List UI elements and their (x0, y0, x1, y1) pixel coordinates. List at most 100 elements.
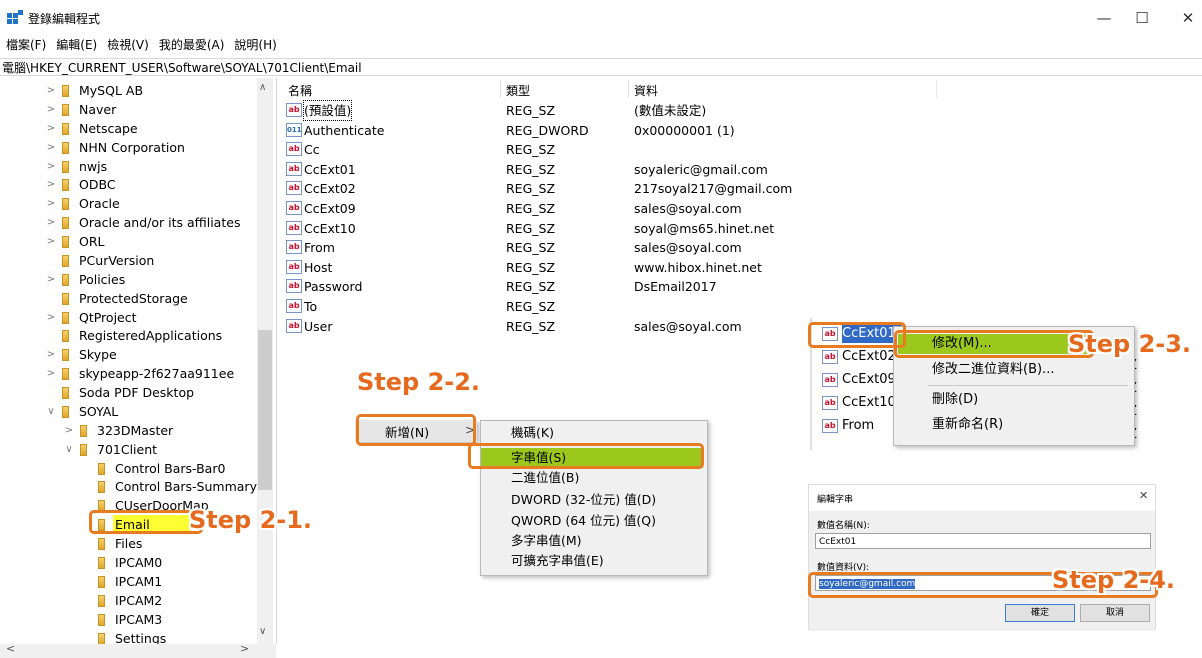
tree-item[interactable]: > MySQL AB (0, 81, 256, 100)
tree-item[interactable]: Soda PDF Desktop (0, 383, 256, 402)
menu-edit[interactable]: 編輯(E) (56, 36, 97, 56)
tree-item[interactable]: ∨ SOYAL (0, 402, 256, 421)
column-divider[interactable] (628, 80, 629, 98)
tree-item-label: 701Client (97, 441, 158, 457)
value-name[interactable]: User (304, 317, 333, 336)
tree-item[interactable]: ProtectedStorage (0, 289, 256, 308)
tree-item[interactable]: Files (0, 534, 256, 553)
scroll-left-icon[interactable]: < (6, 642, 15, 655)
column-header-data[interactable]: 資料 (634, 82, 658, 99)
crop-value-name[interactable]: CcExt09 (842, 370, 896, 389)
collapsed-arrow-icon[interactable]: > (46, 345, 56, 364)
folder-icon (62, 179, 69, 192)
tree-item[interactable]: IPCAM0 (0, 553, 256, 572)
menu-file[interactable]: 檔案(F) (6, 36, 46, 56)
value-name[interactable]: CcExt09 (304, 199, 356, 218)
new-submenu-item[interactable]: 二進位值(B) (511, 468, 579, 488)
tree-item[interactable]: >323DMaster (0, 421, 256, 440)
collapsed-arrow-icon[interactable]: > (46, 81, 56, 100)
new-submenu-item[interactable]: 多字串值(M) (511, 531, 582, 551)
value-context-menu-item[interactable]: 修改二進位資料(B)... (932, 360, 1054, 380)
tree-scroll-thumb[interactable] (258, 330, 272, 490)
tree-item[interactable]: > ORL (0, 232, 256, 251)
column-divider[interactable] (936, 80, 937, 98)
menu-help[interactable]: 說明(H) (234, 36, 276, 56)
scroll-up-icon[interactable]: ∧ (259, 82, 266, 93)
value-name-field[interactable]: CcExt01 (815, 533, 1151, 549)
collapsed-arrow-icon[interactable]: > (46, 194, 56, 213)
tree-item[interactable]: > Policies (0, 270, 256, 289)
tree-item[interactable]: > Oracle (0, 194, 256, 213)
tree-item[interactable]: IPCAM1 (0, 572, 256, 591)
tree-item[interactable]: > NHN Corporation (0, 138, 256, 157)
value-name[interactable]: Host (304, 258, 332, 277)
value-name[interactable]: Cc (304, 140, 320, 159)
tree-item[interactable]: ∨ 701Client (0, 440, 256, 459)
tree-item[interactable]: > ODBC (0, 175, 256, 194)
tree-item[interactable]: > Oracle and/or its affiliates (0, 213, 256, 232)
folder-icon (98, 557, 105, 569)
close-button[interactable]: ✕ (1168, 6, 1202, 30)
value-name[interactable]: (預設值) (302, 100, 353, 121)
collapsed-arrow-icon[interactable]: > (46, 308, 56, 327)
collapsed-arrow-icon[interactable]: > (46, 157, 56, 176)
tree-item[interactable]: PCurVersion (0, 251, 256, 270)
tree-item[interactable]: > Naver (0, 100, 256, 119)
collapsed-arrow-icon[interactable]: > (64, 421, 74, 440)
dialog-close-icon[interactable]: ✕ (1139, 489, 1148, 502)
menu-favorites[interactable]: 我的最愛(A) (159, 36, 225, 56)
value-name[interactable]: Authenticate (304, 121, 384, 140)
expanded-arrow-icon[interactable]: ∨ (46, 402, 56, 421)
collapsed-arrow-icon[interactable]: > (46, 119, 56, 138)
tree-item[interactable]: > skypeapp-2f627aa911ee (0, 364, 256, 383)
value-name[interactable]: CcExt02 (304, 179, 356, 198)
value-name[interactable]: To (304, 297, 317, 316)
collapsed-arrow-icon[interactable]: > (46, 175, 56, 194)
tree-item[interactable]: > QtProject (0, 308, 256, 327)
column-divider[interactable] (500, 80, 501, 98)
ok-button[interactable]: 確定 (1005, 604, 1075, 622)
address-bar[interactable]: 電腦\HKEY_CURRENT_USER\Software\SOYAL\701C… (0, 58, 1202, 76)
value-data: (數值未設定) (634, 103, 707, 118)
scroll-down-icon[interactable]: ∨ (259, 626, 266, 637)
tree-item[interactable]: Control Bars-Bar0 (0, 459, 256, 478)
column-header-type[interactable]: 類型 (506, 82, 530, 99)
tree-item[interactable]: IPCAM3 (0, 610, 256, 629)
cancel-button[interactable]: 取消 (1080, 604, 1150, 622)
tree-item[interactable]: > Skype (0, 345, 256, 364)
crop-value-name[interactable]: From (842, 416, 874, 435)
tree-item-label: IPCAM1 (115, 573, 163, 589)
maximize-button[interactable]: ☐ (1122, 6, 1162, 30)
collapsed-arrow-icon[interactable]: > (46, 213, 56, 232)
tree-item[interactable]: Control Bars-Summary (0, 477, 257, 496)
value-name[interactable]: Password (304, 277, 362, 296)
collapsed-arrow-icon[interactable]: > (46, 138, 56, 157)
collapsed-arrow-icon[interactable]: > (46, 270, 56, 289)
tree-item[interactable]: > nwjs (0, 157, 256, 176)
minimize-button[interactable]: — (1084, 6, 1124, 30)
collapsed-arrow-icon[interactable]: > (46, 232, 56, 251)
scroll-right-icon[interactable]: > (240, 642, 249, 655)
new-submenu-item[interactable]: QWORD (64 位元) 值(Q) (511, 511, 656, 531)
tree-horizontal-scrollbar[interactable] (0, 644, 276, 658)
value-name[interactable]: From (304, 238, 335, 257)
new-submenu-item[interactable]: DWORD (32-位元) 值(D) (511, 490, 656, 510)
crop-value-name[interactable]: CcExt02 (842, 347, 896, 366)
expanded-arrow-icon[interactable]: ∨ (64, 440, 74, 459)
menu-view[interactable]: 檢視(V) (107, 36, 149, 56)
folder-icon (62, 85, 69, 97)
value-context-menu-item[interactable]: 重新命名(R) (932, 415, 1003, 435)
tree-item[interactable]: Settings (0, 629, 256, 644)
value-name[interactable]: CcExt01 (304, 160, 356, 179)
tree-item[interactable]: RegisteredApplications (0, 326, 256, 345)
value-context-menu-item[interactable]: 刪除(D) (932, 390, 978, 410)
new-submenu-item[interactable]: 機碼(K) (511, 423, 554, 443)
tree-item[interactable]: > Netscape (0, 119, 256, 138)
tree-item[interactable]: IPCAM2 (0, 591, 256, 610)
crop-value-name[interactable]: CcExt10 (842, 393, 896, 412)
new-submenu-item[interactable]: 可擴充字串值(E) (511, 551, 604, 571)
column-header-name[interactable]: 名稱 (288, 82, 312, 99)
collapsed-arrow-icon[interactable]: > (46, 100, 56, 119)
collapsed-arrow-icon[interactable]: > (46, 364, 56, 383)
value-name[interactable]: CcExt10 (304, 219, 356, 238)
